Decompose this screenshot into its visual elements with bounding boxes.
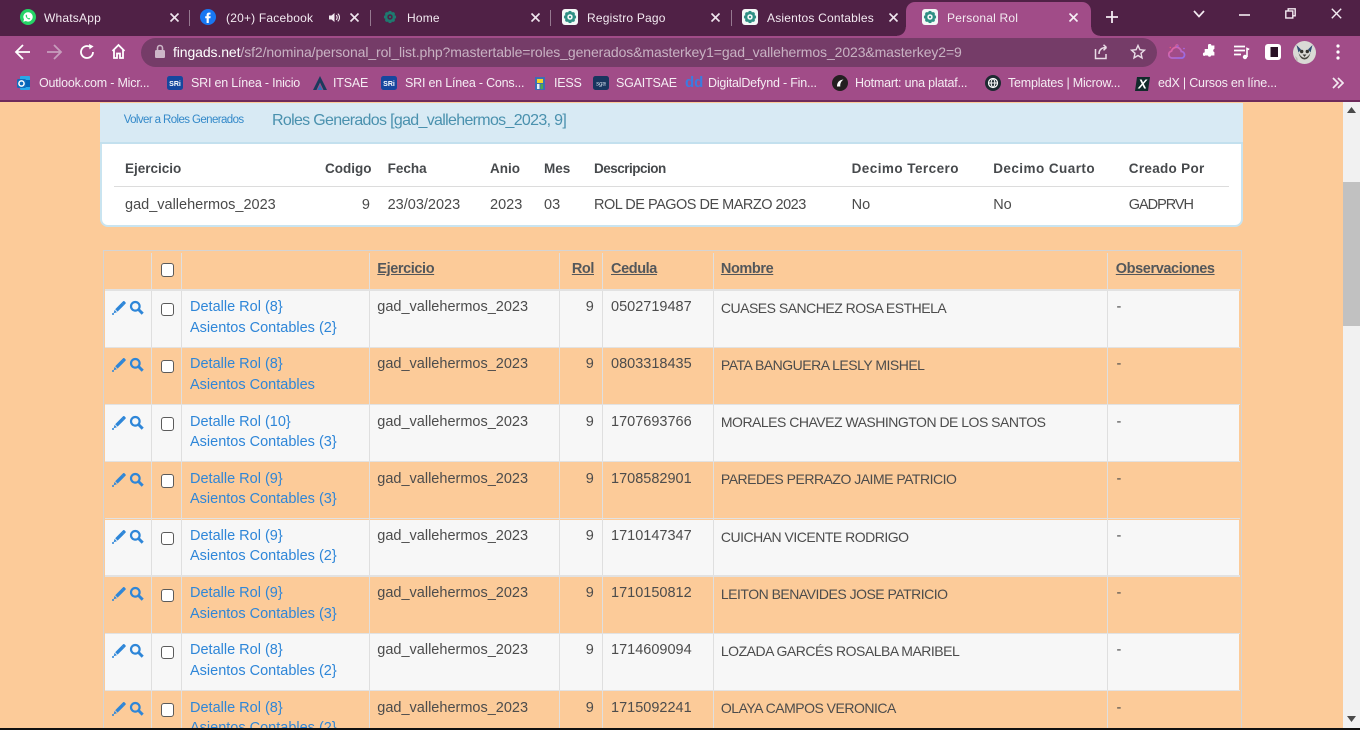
svg-text:SRi: SRi: [169, 81, 181, 88]
svg-text:X: X: [1137, 77, 1148, 91]
svg-text:sga: sga: [596, 82, 606, 88]
svg-text:SRi: SRi: [383, 81, 395, 88]
